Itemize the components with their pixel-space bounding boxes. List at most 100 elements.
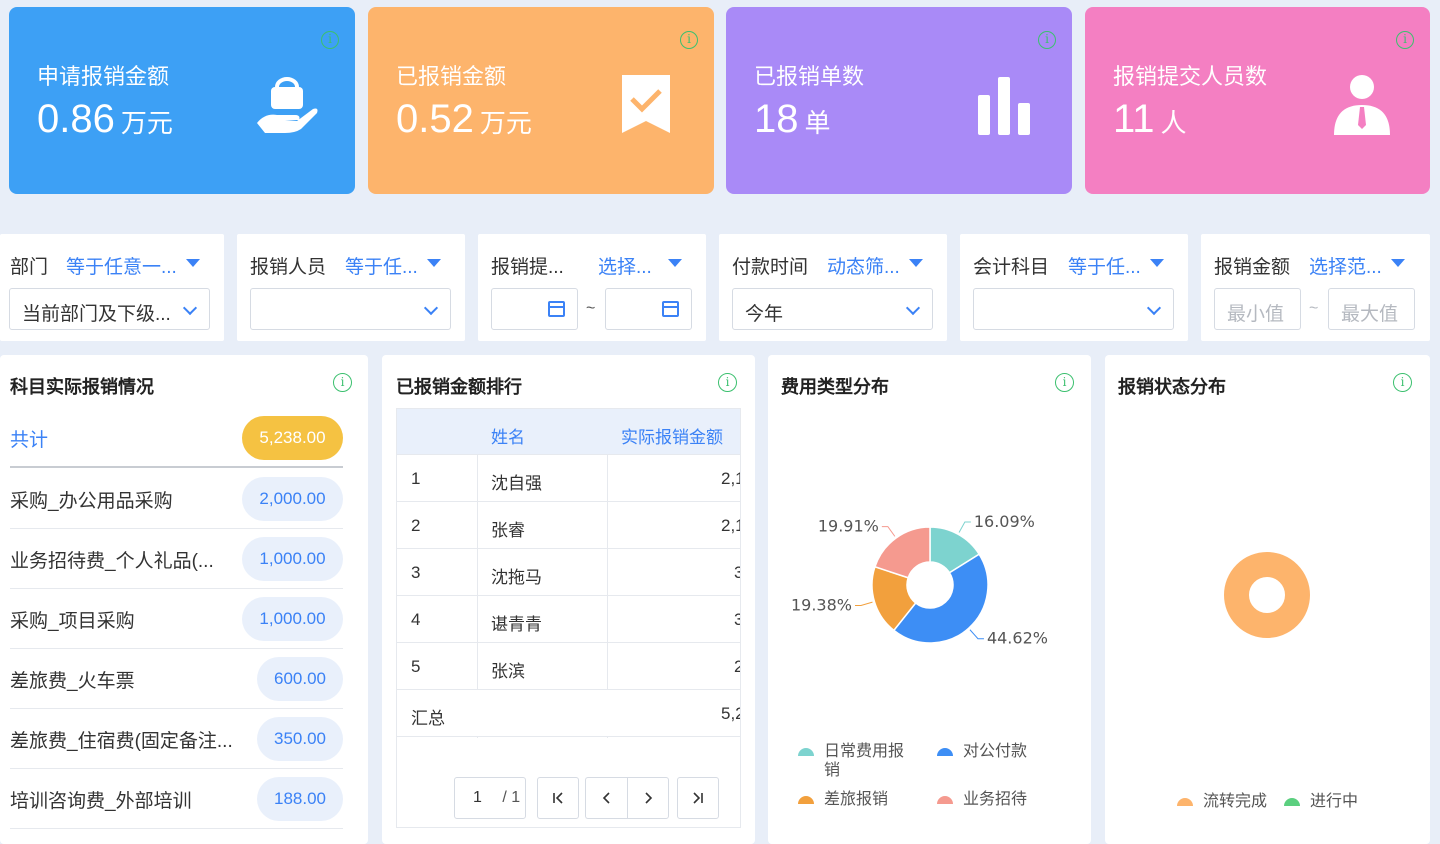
kpi-value: 0.86 万元 xyxy=(37,97,173,141)
chevron-down-icon xyxy=(423,300,439,316)
filter-operator[interactable]: 选择范... xyxy=(1309,252,1382,279)
caret-down-icon[interactable] xyxy=(1150,259,1164,267)
filter-label: 付款时间 xyxy=(732,257,809,278)
kpi-label: 已报销单数 xyxy=(754,64,865,89)
column-header-amount[interactable]: 实际报销金额 xyxy=(621,423,723,448)
last-page-button[interactable] xyxy=(677,777,719,819)
first-page-button[interactable] xyxy=(537,777,579,819)
last-page-icon xyxy=(693,792,703,804)
list-item[interactable]: 差旅费_住宿费(固定备注... 350.00 xyxy=(10,709,343,769)
filter-pay-time: 付款时间 动态筛... 今年 xyxy=(719,234,947,341)
chevron-right-icon xyxy=(645,792,653,804)
filter-label: 报销金额 xyxy=(1214,257,1291,278)
filter-operator[interactable]: 选择... xyxy=(598,252,652,279)
page-total: / 1 xyxy=(502,789,521,806)
list-item[interactable]: 培训咨询费_外部培训 188.00 xyxy=(10,769,343,829)
amount-max-input[interactable]: 最大值 xyxy=(1328,288,1415,330)
data-label: 19.38% xyxy=(791,596,852,615)
table-total-row: 汇总 5,2 xyxy=(397,690,740,737)
filter-operator[interactable]: 等于任... xyxy=(1068,252,1141,279)
range-separator: ~ xyxy=(586,300,596,317)
label-leader-line xyxy=(881,526,896,537)
person-tie-icon xyxy=(1334,75,1390,135)
legend-swatch xyxy=(798,796,814,804)
table-row[interactable]: 2 张睿 2,1 xyxy=(397,502,740,549)
kpi-card-paid-amount: i 已报销金额 0.52 万元 xyxy=(368,7,714,194)
kpi-card-paid-count: i 已报销单数 18 单 xyxy=(726,7,1072,194)
person-select[interactable] xyxy=(250,288,451,330)
chevron-left-icon xyxy=(602,792,610,804)
caret-down-icon[interactable] xyxy=(186,259,200,267)
info-icon[interactable]: i xyxy=(1055,373,1074,392)
filter-operator[interactable]: 等于任意一... xyxy=(66,252,177,279)
kpi-label: 报销提交人员数 xyxy=(1113,64,1268,89)
filter-label: 报销人员 xyxy=(250,257,327,278)
kpi-value: 11 人 xyxy=(1113,97,1187,141)
info-icon[interactable]: i xyxy=(1393,373,1412,392)
label-leader-line xyxy=(854,601,873,607)
caret-down-icon[interactable] xyxy=(909,259,923,267)
legend-swatch xyxy=(1284,798,1300,806)
pie-slice xyxy=(1224,552,1310,638)
pie-slice xyxy=(873,526,931,579)
range-separator: ~ xyxy=(1309,300,1319,317)
table-header: 姓名 实际报销金额 xyxy=(397,409,740,455)
amount-badge: 188.00 xyxy=(257,777,343,821)
paytime-select[interactable]: 今年 xyxy=(732,288,933,330)
info-icon[interactable]: i xyxy=(333,373,352,392)
table-row[interactable]: 5 张滨 2 xyxy=(397,643,740,690)
list-item[interactable]: 业务招待费_个人礼品(... 1,000.00 xyxy=(10,529,343,589)
status-panel: 报销状态分布 i 流转完成 进行中 xyxy=(1105,355,1430,844)
bookmark-check-icon xyxy=(622,75,670,133)
table-row[interactable]: 1 沈自强 2,1 xyxy=(397,455,740,502)
list-item[interactable]: 差旅费_火车票 600.00 xyxy=(10,649,343,709)
panel-title: 科目实际报销情况 xyxy=(10,377,154,397)
page-input[interactable]: 1 / 1 xyxy=(454,777,526,819)
filter-account: 会计科目 等于任... xyxy=(960,234,1188,341)
data-label: 19.91% xyxy=(818,517,879,536)
filter-label: 部门 xyxy=(10,257,49,278)
info-icon[interactable]: i xyxy=(718,373,737,392)
info-icon[interactable]: i xyxy=(680,31,698,49)
next-page-button[interactable] xyxy=(627,777,669,819)
column-header-name[interactable]: 姓名 xyxy=(491,423,525,448)
dept-select[interactable]: 当前部门及下级... xyxy=(9,288,210,330)
data-label: 16.09% xyxy=(974,512,1035,531)
data-label: 44.62% xyxy=(987,629,1048,648)
filter-dept: 部门 等于任意一... 当前部门及下级... xyxy=(0,234,224,341)
amount-badge: 2,000.00 xyxy=(242,477,343,521)
kpi-value: 18 单 xyxy=(754,97,831,141)
list-item[interactable]: 采购_办公用品采购 2,000.00 xyxy=(10,469,343,529)
kpi-card-submitters: i 报销提交人员数 11 人 xyxy=(1085,7,1430,194)
amount-badge: 1,000.00 xyxy=(242,597,343,641)
filter-person: 报销人员 等于任... xyxy=(237,234,465,341)
filter-label: 会计科目 xyxy=(973,257,1050,278)
kpi-label: 已报销金额 xyxy=(396,64,507,89)
amount-min-input[interactable]: 最小值 xyxy=(1214,288,1301,330)
list-item[interactable]: 采购_项目采购 1,000.00 xyxy=(10,589,343,649)
caret-down-icon[interactable] xyxy=(668,259,682,267)
info-icon[interactable]: i xyxy=(321,31,339,49)
kpi-value: 0.52 万元 xyxy=(396,97,532,141)
filter-amount: 报销金额 选择范... 最小值 ~ 最大值 xyxy=(1201,234,1430,341)
caret-down-icon[interactable] xyxy=(1391,259,1405,267)
filter-submit-time: 报销提... 选择... ~ xyxy=(478,234,706,341)
account-select[interactable] xyxy=(973,288,1174,330)
submit-start-date[interactable] xyxy=(491,288,578,330)
info-icon[interactable]: i xyxy=(1038,31,1056,49)
table-row[interactable]: 4 谌青青 3 xyxy=(397,596,740,643)
amount-badge: 600.00 xyxy=(257,657,343,701)
total-value-badge: 5,238.00 xyxy=(242,416,343,460)
prev-page-button[interactable] xyxy=(585,777,627,819)
submit-end-date[interactable] xyxy=(605,288,692,330)
chevron-down-icon xyxy=(905,300,921,316)
table-row[interactable]: 3 沈拖马 3 xyxy=(397,549,740,596)
caret-down-icon[interactable] xyxy=(427,259,441,267)
label-leader-line xyxy=(969,629,984,640)
legend-swatch xyxy=(1177,798,1193,806)
info-icon[interactable]: i xyxy=(1396,31,1414,49)
ranking-table: 姓名 实际报销金额 1 沈自强 2,1 2 张睿 2,1 3 沈拖马 3 4 谌… xyxy=(396,408,741,828)
filter-operator[interactable]: 动态筛... xyxy=(827,252,900,279)
filter-operator[interactable]: 等于任... xyxy=(345,252,418,279)
filter-label: 报销提... xyxy=(491,257,564,278)
